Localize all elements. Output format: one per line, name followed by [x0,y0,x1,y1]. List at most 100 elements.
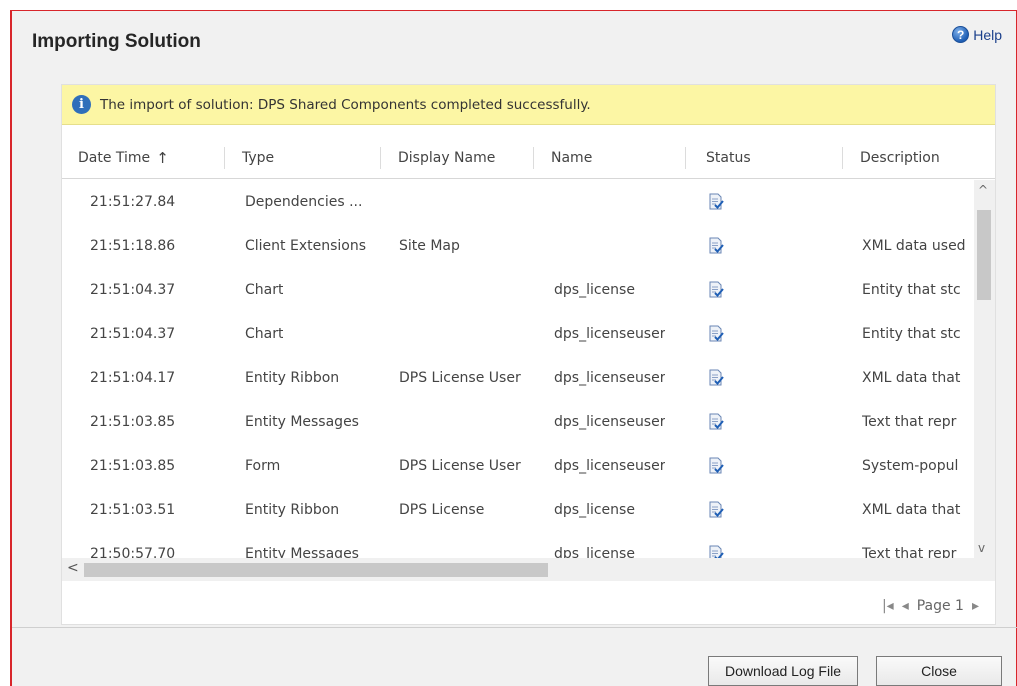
column-divider[interactable] [224,147,225,169]
column-divider[interactable] [842,147,843,169]
table-row[interactable]: 21:51:03.51 Entity Ribbon DPS License dp… [62,488,974,532]
column-header-display-name[interactable]: Display Name [398,137,495,179]
column-divider[interactable] [380,147,381,169]
horizontal-scrollbar[interactable]: < > [62,558,988,581]
import-dialog: Importing Solution ? Help i The import o… [10,10,1017,686]
column-header-label: Status [706,150,751,166]
status-success-icon [707,356,725,400]
column-header-status[interactable]: Status [706,137,751,179]
cell-type: Entity Ribbon [245,502,340,518]
cell-type: Client Extensions [245,238,367,254]
table-row[interactable]: 21:51:04.37 Chart dps_licenseuser Entity… [62,312,974,356]
status-success-icon [707,224,725,268]
info-icon: i [72,95,91,114]
scroll-up-icon[interactable]: ^ [978,183,988,197]
column-header-label: Description [860,150,940,166]
cell-type: Dependencies ... [245,194,363,210]
table-row[interactable]: 21:51:27.84 Dependencies ... [62,180,974,224]
cell-display-name: DPS License User [399,370,521,386]
column-header-label: Display Name [398,150,496,166]
footer-divider [12,627,1017,628]
help-label: Help [973,26,1002,43]
table-row[interactable]: 21:50:57.70 Entity Messages dps_license … [62,532,974,558]
prev-page-icon[interactable]: ◂ [902,598,909,614]
column-header-description[interactable]: Description [860,137,940,179]
status-success-icon [707,444,725,488]
grid-body: 21:51:27.84 Dependencies ... 21:51:18.86… [62,180,974,558]
cell-name: dps_license [554,546,635,558]
cell-name: dps_licenseuser [554,370,666,386]
cell-name: dps_licenseuser [554,414,666,430]
cell-type: Chart [245,326,284,342]
column-header-name[interactable]: Name [551,137,592,179]
scroll-down-icon[interactable]: v [978,541,985,555]
status-success-icon [707,312,725,356]
cell-description: Entity that stc [862,282,961,298]
status-success-icon [707,488,725,532]
cell-type: Entity Messages [245,414,359,430]
download-log-file-button[interactable]: Download Log File [708,656,858,686]
notice-message: The import of solution: DPS Shared Compo… [100,96,591,113]
cell-date-time: 21:51:03.51 [90,502,176,518]
cell-name: dps_license [554,502,635,518]
cell-date-time: 21:51:04.17 [90,370,176,386]
next-page-icon[interactable]: ▸ [972,598,979,614]
column-divider[interactable] [533,147,534,169]
column-header-label: Date Time [78,150,151,166]
cell-description: XML data that [862,370,961,386]
cell-description: XML data used [862,238,966,254]
scroll-left-icon[interactable]: < [67,560,79,576]
grid-header: Date Time ↑ Type Display Name Name Statu… [62,137,995,179]
column-header-date-time[interactable]: Date Time ↑ [78,137,169,179]
cell-description: XML data that [862,502,961,518]
cell-type: Form [245,458,281,474]
cell-date-time: 21:51:03.85 [90,458,176,474]
cell-display-name: DPS License [399,502,485,518]
cell-description: System-popul [862,458,959,474]
cell-date-time: 21:51:04.37 [90,326,176,342]
cell-date-time: 21:50:57.70 [90,546,176,558]
sort-ascending-icon: ↑ [156,149,169,167]
table-row[interactable]: 21:51:04.17 Entity Ribbon DPS License Us… [62,356,974,400]
cell-type: Entity Ribbon [245,370,340,386]
cell-type: Chart [245,282,284,298]
status-success-icon [707,400,725,444]
cell-type: Entity Messages [245,546,359,558]
vertical-scrollbar[interactable]: ^ v [974,180,995,558]
cell-display-name: DPS License User [399,458,521,474]
cell-name: dps_licenseuser [554,458,666,474]
cell-name: dps_licenseuser [554,326,666,342]
status-success-icon [707,268,725,312]
cell-date-time: 21:51:03.85 [90,414,176,430]
column-header-label: Name [551,150,593,166]
help-icon: ? [952,26,970,43]
cell-description: Entity that stc [862,326,961,342]
status-success-icon [707,532,725,558]
first-page-icon[interactable]: |◂ [882,598,894,614]
column-divider[interactable] [685,147,686,169]
log-panel: i The import of solution: DPS Shared Com… [61,84,996,625]
pager: |◂ ◂ Page 1 ▸ [882,598,979,614]
status-success-icon [707,180,725,224]
cell-description: Text that repr [862,546,957,558]
success-notice: i The import of solution: DPS Shared Com… [62,85,995,125]
close-button[interactable]: Close [876,656,1002,686]
cell-name: dps_license [554,282,635,298]
cell-date-time: 21:51:04.37 [90,282,176,298]
scrollbar-corner [974,558,995,581]
vertical-scroll-thumb[interactable] [977,210,991,300]
horizontal-scroll-thumb[interactable] [84,563,548,577]
column-header-type[interactable]: Type [242,137,274,179]
dialog-title: Importing Solution [32,31,201,52]
table-row[interactable]: 21:51:03.85 Form DPS License User dps_li… [62,444,974,488]
cell-description: Text that repr [862,414,957,430]
column-header-label: Type [242,150,275,166]
help-link[interactable]: ? Help [952,26,1002,43]
table-row[interactable]: 21:51:18.86 Client Extensions Site Map X… [62,224,974,268]
cell-display-name: Site Map [399,238,460,254]
table-row[interactable]: 21:51:03.85 Entity Messages dps_licenseu… [62,400,974,444]
cell-date-time: 21:51:18.86 [90,238,176,254]
page-label: Page 1 [916,598,964,614]
table-row[interactable]: 21:51:04.37 Chart dps_license Entity tha… [62,268,974,312]
cell-date-time: 21:51:27.84 [90,194,176,210]
